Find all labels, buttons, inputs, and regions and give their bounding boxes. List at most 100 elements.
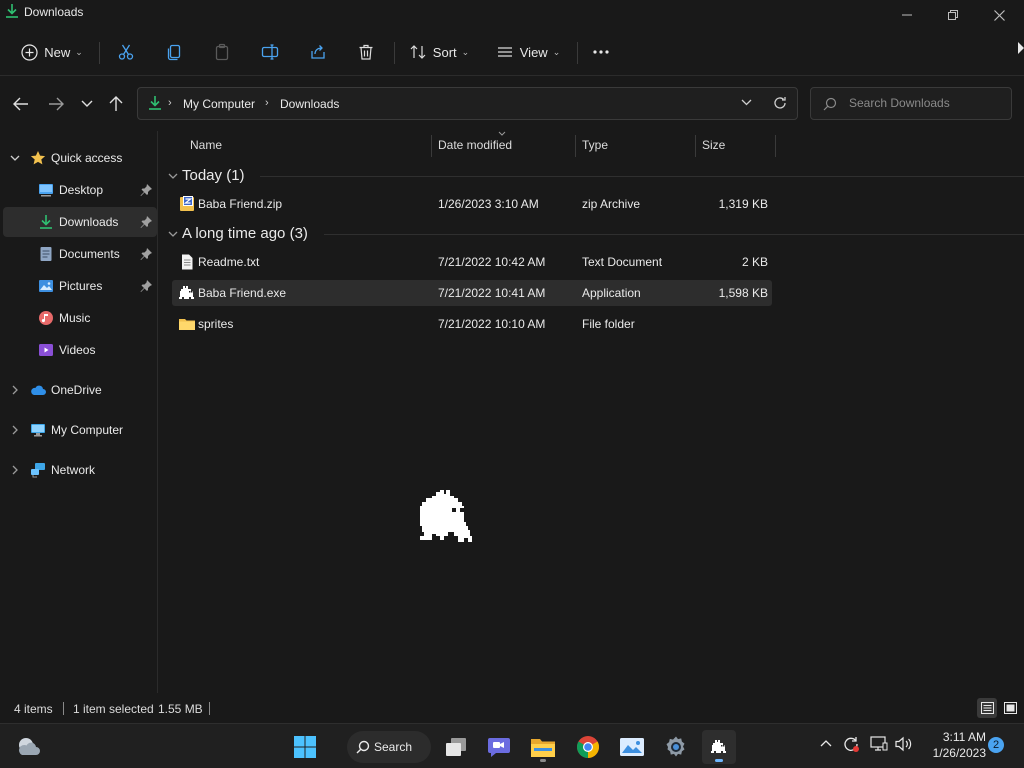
recent-locations-button[interactable] [75,93,99,115]
teams-chat-button[interactable] [482,730,516,764]
copy-button[interactable] [160,38,188,66]
column-header-name[interactable]: Name [190,131,430,159]
sidebar-item-label: Music [59,311,91,325]
sidebar-item-desktop[interactable]: Desktop [3,175,157,205]
show-hidden-icons-button[interactable] [820,739,832,747]
more-options-button[interactable] [586,38,616,66]
share-button[interactable] [304,38,332,66]
search-icon [356,740,370,754]
chevron-right-icon [12,385,18,395]
column-header-type[interactable]: Type [582,131,692,159]
sidebar-item-documents[interactable]: Documents [3,239,157,269]
column-header-date[interactable]: Date modified [438,131,574,159]
sort-button[interactable]: Sort ⌄ [404,38,474,66]
cloud-icon [31,385,46,395]
chevron-down-icon [10,155,20,161]
file-row-baba-friend-zip[interactable]: Baba Friend.zip 1/26/2023 3:10 AM zip Ar… [172,191,772,217]
close-button[interactable] [976,0,1022,30]
file-type: Text Document [582,255,663,269]
notification-badge[interactable]: 2 [988,737,1004,753]
chevron-up-icon [820,740,832,747]
file-date: 7/21/2022 10:41 AM [438,286,546,300]
chevron-down-icon: ⌄ [461,46,470,57]
file-explorer-button[interactable] [526,730,560,764]
item-count: 4 items [14,702,53,716]
sidebar-item-videos[interactable]: Videos [3,335,157,365]
pin-icon [140,280,152,292]
breadcrumb-downloads[interactable]: Downloads [280,97,339,111]
music-icon [39,311,53,325]
download-icon [147,95,163,111]
column-divider[interactable] [775,135,776,157]
arrow-left-icon [13,97,28,111]
selection-count: 1 item selected [73,702,154,716]
column-divider[interactable] [431,135,432,157]
delete-button[interactable] [352,38,380,66]
clock-date: 1/26/2023 [932,746,986,760]
chevron-down-icon [741,99,752,106]
group-header-today[interactable]: Today (1) [168,167,245,184]
sidebar-item-label: Videos [59,343,96,357]
sidebar-item-pictures[interactable]: Pictures [3,271,157,301]
refresh-button[interactable] [773,96,787,110]
back-button[interactable] [9,93,33,115]
details-pane-toggle-icon[interactable] [1018,42,1024,54]
thumbnail-view-button[interactable] [1000,698,1020,718]
weather-icon[interactable] [16,735,42,757]
forward-button[interactable] [44,93,68,115]
group-divider [260,176,1024,177]
task-view-button[interactable] [439,730,473,764]
group-header-long-time-ago[interactable]: A long time ago (3) [168,225,308,242]
search-input[interactable] [849,96,1004,110]
sidebar-item-onedrive[interactable]: OneDrive [3,375,157,405]
search-box[interactable] [810,87,1012,120]
sidebar-item-my-computer[interactable]: My Computer [3,415,157,445]
restore-button[interactable] [930,0,976,30]
taskbar-search-button[interactable]: Search [347,731,431,763]
new-button[interactable]: New ⌄ [14,38,90,66]
view-label: View [519,44,548,60]
up-button[interactable] [104,93,128,115]
rename-button[interactable] [256,38,284,66]
file-explorer-icon [531,739,555,757]
paste-button[interactable] [208,38,236,66]
details-view-button[interactable] [977,698,997,718]
chevron-right-icon: › [168,97,172,109]
settings-button[interactable] [659,730,693,764]
pin-icon [140,216,152,228]
breadcrumb-my-computer[interactable]: My Computer [183,97,255,111]
column-divider[interactable] [575,135,576,157]
chrome-button[interactable] [571,730,605,764]
text-file-icon [182,254,193,270]
sidebar-item-network[interactable]: Network [3,455,157,485]
sync-status-icon[interactable] [842,735,860,753]
sidebar-item-downloads[interactable]: Downloads [3,207,157,237]
sort-label: Sort [432,44,457,60]
chevron-right-icon [12,425,18,435]
baba-pet-sprite[interactable] [410,490,482,548]
address-bar[interactable]: › My Computer › Downloads [137,87,798,120]
sidebar-item-quick-access[interactable]: Quick access [3,143,157,173]
sidebar-item-music[interactable]: Music [3,303,157,333]
display-icon[interactable] [870,736,888,752]
clock[interactable]: 3:11 AM 1/26/2023 [922,729,986,761]
file-row-sprites[interactable]: sprites 7/21/2022 10:10 AM File folder [172,311,772,337]
search-icon [823,97,837,111]
new-label: New [44,44,71,60]
photos-app-button[interactable] [615,730,649,764]
file-row-baba-friend-exe[interactable]: Baba Friend.exe 7/21/2022 10:41 AM Appli… [172,280,772,306]
minimize-button[interactable] [884,0,930,30]
address-history-dropdown[interactable] [741,99,752,106]
column-divider[interactable] [695,135,696,157]
status-divider [63,702,64,715]
baba-friend-taskbar-button[interactable] [702,730,736,764]
share-icon [311,45,325,59]
star-icon [30,151,46,165]
cut-button[interactable] [112,38,140,66]
file-row-readme-txt[interactable]: Readme.txt 7/21/2022 10:42 AM Text Docum… [172,249,772,275]
toolbar-divider [99,42,100,64]
view-button[interactable]: View ⌄ [492,38,564,66]
volume-icon[interactable] [895,736,913,752]
column-header-size[interactable]: Size [702,131,772,159]
start-button[interactable] [288,730,322,764]
